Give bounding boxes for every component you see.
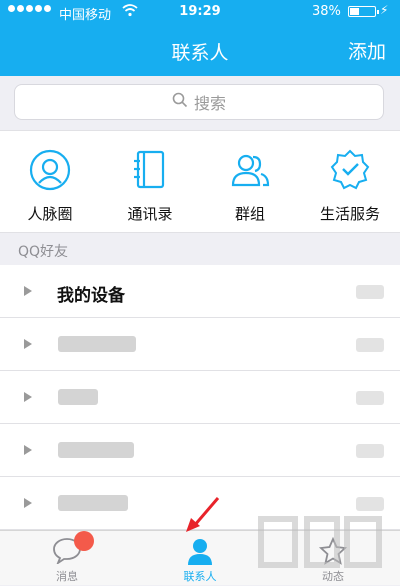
page-title: 联系人 — [171, 42, 229, 64]
search-input[interactable]: 搜索 — [14, 84, 384, 120]
charging-icon: ⚡ — [380, 3, 389, 17]
blurred-name — [58, 336, 136, 352]
blurred-name — [58, 495, 128, 511]
list-item[interactable] — [0, 371, 400, 424]
blurred-count — [356, 444, 384, 458]
expand-arrow-icon — [24, 392, 32, 402]
person-circle-icon — [29, 149, 71, 191]
tab-label: 消息 — [56, 570, 78, 583]
group-name: 我的设备 — [57, 286, 125, 306]
battery-icon — [348, 6, 379, 17]
unread-badge — [74, 531, 94, 551]
blurred-count — [356, 285, 384, 299]
service-badge-icon — [330, 149, 370, 190]
blurred-name — [58, 442, 134, 458]
address-book-icon — [134, 150, 165, 189]
nav-bar: 联系人 添加 — [0, 24, 400, 76]
blurred-count — [356, 497, 384, 511]
group-icon — [231, 154, 270, 187]
status-bar: 中国移动 19:29 38% ⚡ — [0, 0, 400, 24]
expand-arrow-icon — [24, 286, 32, 296]
friend-group-list: 我的设备 — [0, 265, 400, 530]
section-header: QQ好友 — [0, 233, 400, 265]
quick-action-groups[interactable]: 群组 — [200, 131, 300, 234]
quick-action-label: 人脉圈 — [27, 205, 73, 223]
search-placeholder: 搜索 — [193, 94, 226, 113]
annotation-arrow-icon — [186, 497, 220, 532]
quick-actions: 人脉圈 通讯录 群组 生活服务 — [0, 130, 400, 233]
list-item[interactable]: 我的设备 — [0, 265, 400, 318]
quick-action-label: 群组 — [234, 205, 265, 223]
quick-action-address-book[interactable]: 通讯录 — [100, 131, 200, 234]
expand-arrow-icon — [24, 498, 32, 508]
tab-messages[interactable]: 消息 — [0, 531, 134, 586]
quick-action-people-circle[interactable]: 人脉圈 — [0, 131, 100, 234]
search-icon — [172, 92, 188, 112]
tab-label: 联系人 — [183, 570, 217, 583]
battery-percentage: 38% — [312, 4, 341, 19]
expand-arrow-icon — [24, 339, 32, 349]
tab-contacts[interactable]: 联系人 — [133, 531, 267, 586]
contacts-person-icon — [188, 539, 212, 565]
add-button[interactable]: 添加 — [348, 37, 386, 64]
list-item[interactable] — [0, 424, 400, 477]
tab-bar: 消息 联系人 动态 — [0, 530, 400, 585]
search-area: 搜索 — [0, 76, 400, 130]
quick-action-label: 通讯录 — [127, 205, 173, 223]
blurred-count — [356, 391, 384, 405]
star-icon — [318, 536, 348, 565]
blurred-name — [58, 389, 98, 405]
list-item[interactable] — [0, 318, 400, 371]
tab-moments[interactable]: 动态 — [266, 531, 400, 586]
quick-action-life-services[interactable]: 生活服务 — [300, 131, 400, 234]
section-title: QQ好友 — [18, 244, 69, 260]
tab-label: 动态 — [322, 570, 344, 583]
expand-arrow-icon — [24, 445, 32, 455]
blurred-count — [356, 338, 384, 352]
quick-action-label: 生活服务 — [319, 205, 380, 223]
